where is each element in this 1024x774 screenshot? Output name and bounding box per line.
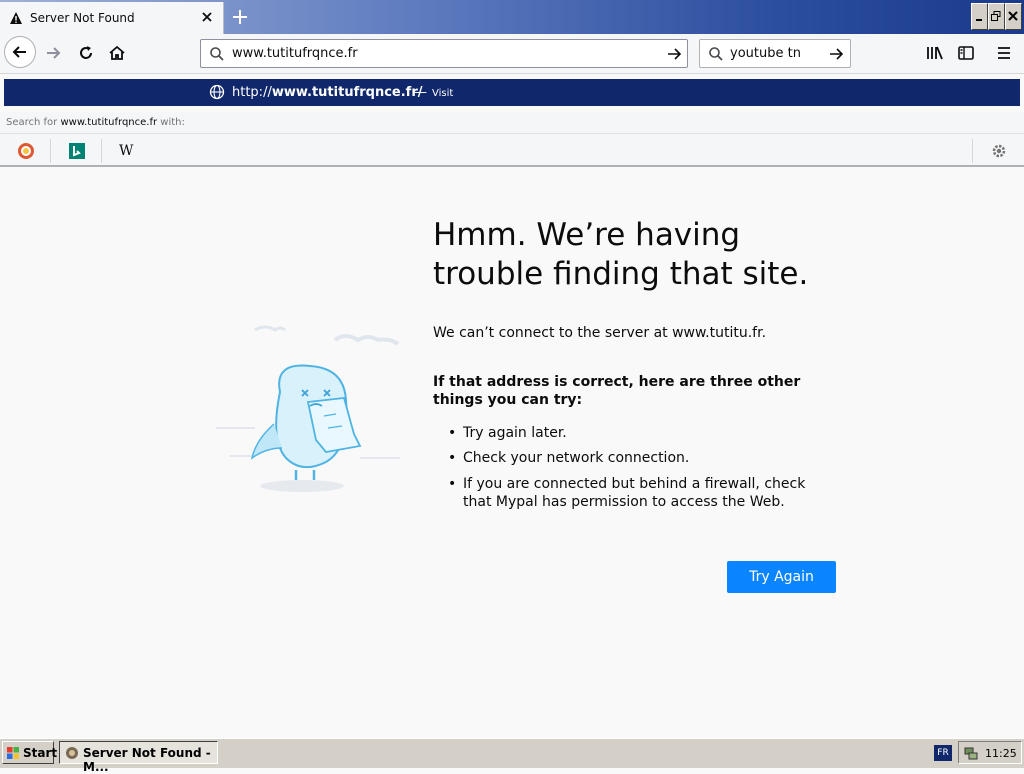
tab-title: Server Not Found <box>30 11 135 25</box>
clock: 11:25 <box>985 747 1017 760</box>
start-label: Start <box>23 746 58 760</box>
go-arrow-icon[interactable] <box>666 46 682 62</box>
minimize-icon <box>976 19 982 21</box>
search-input[interactable]: youtube tn <box>730 46 801 61</box>
window-close-icon <box>1008 11 1018 21</box>
new-tab-plus-icon[interactable] <box>229 6 251 28</box>
search-with-row: Search for www.tutitufrqnce.fr with: <box>0 112 1024 134</box>
restore-button[interactable] <box>988 3 1005 30</box>
tip-text: Check your network connection. <box>463 450 690 466</box>
engine-separator <box>972 139 973 163</box>
tips-heading: If that address is correct, here are thr… <box>433 374 801 408</box>
minimize-button[interactable] <box>971 3 988 30</box>
start-button[interactable]: Start <box>2 741 58 764</box>
home-icon[interactable] <box>108 44 126 62</box>
taskbar-window-button[interactable]: Server Not Found - M... <box>59 741 218 774</box>
globe-icon <box>209 84 225 100</box>
bullet-icon: • <box>448 476 457 492</box>
search-engines-row: W <box>0 134 1024 167</box>
tip-text: If you are connected but behind a firewa… <box>463 476 806 510</box>
search-bar[interactable]: youtube tn <box>699 39 851 68</box>
forward-icon[interactable] <box>44 44 62 62</box>
library-icon[interactable] <box>926 45 944 61</box>
warning-icon <box>10 12 22 24</box>
tip-text: Try again later. <box>463 425 567 441</box>
engine-separator <box>50 139 51 163</box>
url-input[interactable]: www.tutitufrqnce.fr <box>232 46 358 61</box>
taskbar-window-label: Server Not Found - M... <box>83 746 211 774</box>
restore-icon <box>991 11 1001 21</box>
tab-server-not-found[interactable]: Server Not Found <box>0 2 224 34</box>
browser-app-icon <box>66 747 78 759</box>
search-icon <box>210 47 224 61</box>
gear-icon[interactable] <box>990 142 1008 160</box>
autocomplete-visit-row[interactable]: http://www.tutitufrqnce.fr/ — Visit <box>4 79 1020 106</box>
bing-icon[interactable] <box>67 141 87 161</box>
error-heading: Hmm. We’re having trouble finding that s… <box>433 217 809 292</box>
bullet-icon: • <box>448 425 457 441</box>
search-icon <box>709 47 723 61</box>
language-indicator[interactable]: FR <box>934 745 952 761</box>
lost-creature-illustration <box>216 325 400 492</box>
wikipedia-icon[interactable]: W <box>119 143 133 159</box>
visit-url: http://www.tutitufrqnce.fr/ <box>232 85 423 100</box>
visit-separator: — <box>414 85 427 100</box>
window-close-button[interactable] <box>1005 3 1022 30</box>
windows-logo-icon <box>7 747 19 759</box>
arrow-left-icon <box>12 46 26 58</box>
search-go-icon[interactable] <box>828 46 844 62</box>
hamburger-menu-icon[interactable] <box>996 45 1012 61</box>
url-bar[interactable]: www.tutitufrqnce.fr <box>200 39 688 68</box>
system-tray: 11:25 <box>958 741 1022 764</box>
network-icon[interactable] <box>963 745 979 761</box>
back-button[interactable] <box>4 36 36 68</box>
sidebar-icon[interactable] <box>958 45 974 61</box>
error-description: We can’t connect to the server at www.tu… <box>433 325 767 341</box>
search-with-label: Search for www.tutitufrqnce.fr with: <box>6 117 185 128</box>
try-again-button[interactable]: Try Again <box>727 561 836 593</box>
duckduckgo-icon[interactable] <box>16 141 36 161</box>
engine-separator <box>101 139 102 163</box>
bullet-icon: • <box>448 450 457 466</box>
reload-icon[interactable] <box>77 44 95 62</box>
visit-label: Visit <box>432 88 454 99</box>
close-icon[interactable] <box>199 9 215 25</box>
